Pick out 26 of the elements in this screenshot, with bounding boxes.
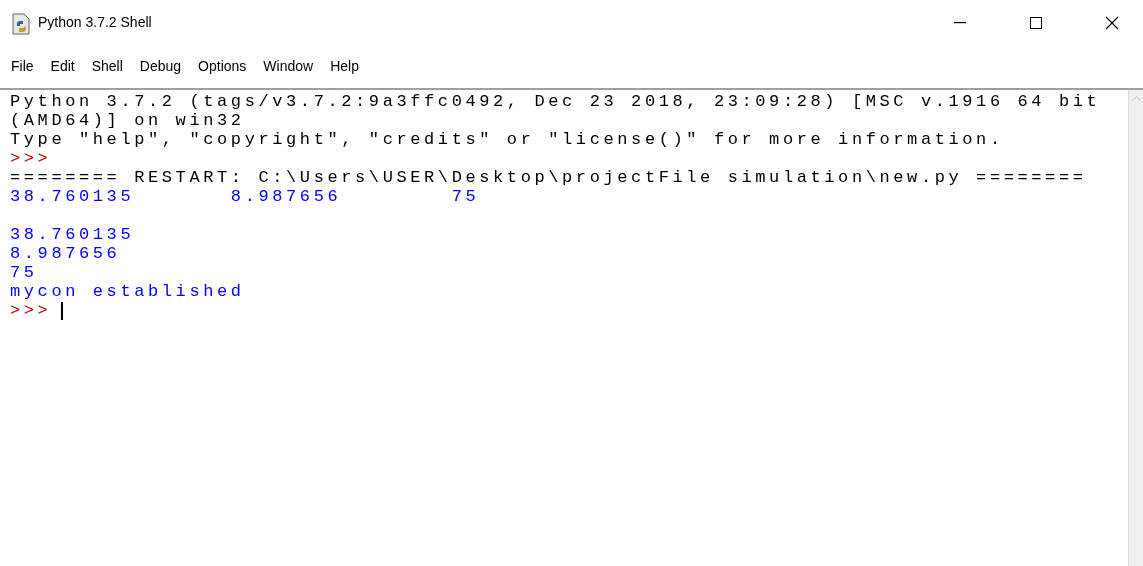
minimize-icon <box>954 21 966 24</box>
program-output: 75 <box>10 263 38 282</box>
shell-text: (AMD64)] on win32 <box>10 111 245 130</box>
menu-item[interactable]: Edit <box>50 56 75 77</box>
scroll-up-icon[interactable] <box>1131 96 1141 101</box>
python-file-icon <box>12 13 30 35</box>
prompt: >>> <box>10 301 52 320</box>
menu-item[interactable]: Options <box>198 56 247 77</box>
menu-item[interactable]: Help <box>330 56 359 77</box>
menu-item[interactable]: Window <box>263 56 314 77</box>
window-title: Python 3.7.2 Shell <box>38 13 152 32</box>
close-icon <box>1105 15 1119 30</box>
menu-item[interactable]: Shell <box>91 56 123 77</box>
shell-text: ======== RESTART: C:\Users\USER\Desktop\projectFile simulation\new.py ======== <box>10 168 1087 187</box>
scrollbar[interactable] <box>1128 90 1143 566</box>
shell-text: Python 3.7.2 (tags/v3.7.2:9a3ffc0492, Dec 23 2018, 23:09:28) [MSC v.1916 64 bit <box>10 92 1101 111</box>
program-output: 38.760135 <box>10 225 135 244</box>
menu-item[interactable]: File <box>11 56 34 77</box>
text-cursor <box>61 301 64 320</box>
shell-text: Type "help", "copyright", "credits" or "license()" for more information. <box>10 130 1004 149</box>
program-output: 8.987656 <box>10 244 121 263</box>
maximize-icon <box>1030 16 1042 29</box>
prompt: >>> <box>10 149 52 168</box>
program-output: mycon established <box>10 282 245 301</box>
menu-item[interactable]: Debug <box>139 56 182 77</box>
program-output: 38.760135 8.987656 75 <box>10 187 480 206</box>
